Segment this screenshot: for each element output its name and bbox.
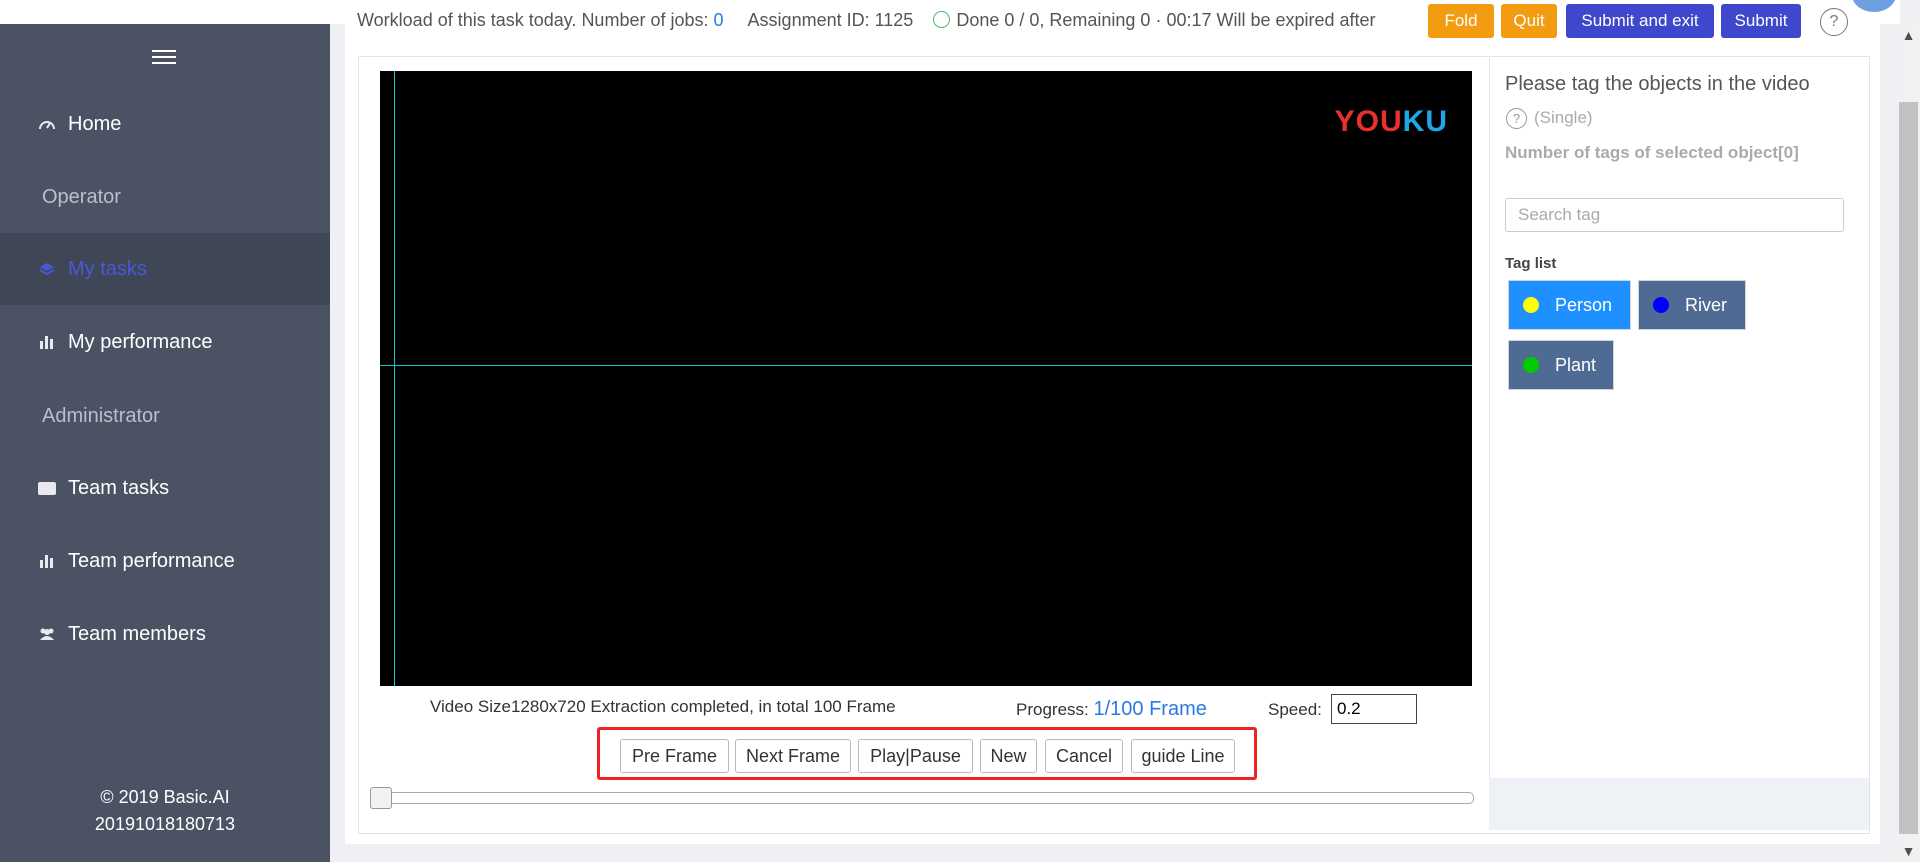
guide-line-vertical	[394, 71, 395, 686]
section-administrator: Administrator	[42, 405, 160, 427]
progress-value: 1/100 Frame	[1093, 698, 1207, 720]
frame-slider-track[interactable]	[370, 792, 1474, 804]
tag-panel-footer	[1489, 778, 1869, 830]
guide-line-horizontal	[380, 365, 1472, 366]
youku-logo: YOUKU	[1334, 105, 1448, 138]
section-operator: Operator	[42, 186, 121, 208]
search-tag-input[interactable]	[1505, 198, 1844, 232]
guide-line-button[interactable]: guide Line	[1131, 739, 1235, 773]
tag-list-label: Tag list	[1505, 255, 1557, 272]
tag-person-button[interactable]: Person	[1508, 280, 1631, 330]
speed-input[interactable]	[1331, 694, 1417, 724]
sidebar-item-team-members[interactable]: Team members	[0, 598, 330, 670]
sidebar-item-label: Team members	[68, 622, 206, 645]
tag-panel-title: Please tag the objects in the video	[1505, 73, 1810, 95]
tag-river-button[interactable]: River	[1638, 280, 1746, 330]
color-dot-icon	[1653, 297, 1669, 313]
users-icon	[36, 628, 58, 640]
page-scrollbar[interactable]: ▲ ▼	[1897, 24, 1920, 862]
sidebar: Home Operator My tasks My performance Ad…	[0, 24, 330, 862]
layers-icon	[36, 262, 58, 276]
video-info: Video Size1280x720 Extraction completed,…	[430, 697, 896, 716]
copyright: © 2019 Basic.AI	[100, 787, 230, 807]
quit-button[interactable]: Quit	[1501, 4, 1557, 38]
tag-label: Person	[1555, 294, 1613, 315]
sidebar-item-home[interactable]: Home	[0, 88, 330, 160]
workload-text: Workload of this task today. Number of j…	[357, 10, 709, 30]
sidebar-item-label: Team tasks	[68, 476, 170, 499]
progress-label: Progress:	[1016, 700, 1089, 719]
frame-slider-thumb[interactable]	[370, 787, 392, 809]
scroll-up-arrow-icon[interactable]: ▲	[1897, 24, 1920, 46]
sidebar-item-label: My tasks	[68, 257, 147, 280]
play-pause-button[interactable]: Play|Pause	[858, 739, 973, 773]
status-text: Done 0 / 0, Remaining 0 · 00:17 Will be …	[956, 10, 1376, 30]
scrollbar-thumb[interactable]	[1899, 102, 1918, 834]
tag-panel	[1489, 58, 1861, 778]
sidebar-item-my-tasks[interactable]: My tasks	[0, 233, 330, 305]
submit-button[interactable]: Submit	[1721, 4, 1801, 38]
help-icon[interactable]: ?	[1820, 8, 1848, 36]
submit-and-exit-button[interactable]: Submit and exit	[1566, 4, 1714, 38]
tag-label: Plant	[1555, 354, 1597, 375]
hamburger-menu-icon[interactable]	[152, 50, 176, 66]
tag-label: River	[1685, 294, 1728, 315]
selection-mode: (Single)	[1534, 108, 1593, 127]
sidebar-item-team-performance[interactable]: Team performance	[0, 525, 330, 597]
scroll-down-arrow-icon[interactable]: ▼	[1897, 840, 1920, 862]
assignment-id: Assignment ID: 1125	[747, 10, 914, 30]
tag-plant-button[interactable]: Plant	[1508, 340, 1614, 390]
fold-button[interactable]: Fold	[1428, 4, 1494, 38]
sidebar-item-label: My performance	[68, 330, 213, 353]
speed-label: Speed:	[1268, 700, 1322, 719]
color-dot-icon	[1523, 297, 1539, 313]
sidebar-item-label: Home	[68, 112, 122, 135]
progress-indicator: Progress: 1/100 Frame	[1016, 698, 1207, 721]
dashboard-icon	[36, 117, 58, 131]
jobs-count: 0	[713, 10, 724, 30]
status-circle-icon	[933, 11, 951, 28]
bar-chart-icon	[36, 554, 58, 568]
question-icon[interactable]: ?	[1506, 108, 1527, 129]
pre-frame-button[interactable]: Pre Frame	[620, 739, 729, 773]
task-status-line: Workload of this task today. Number of j…	[357, 10, 1407, 34]
next-frame-button[interactable]: Next Frame	[735, 739, 851, 773]
cancel-button[interactable]: Cancel	[1045, 739, 1123, 773]
sidebar-item-label: Team performance	[68, 549, 235, 572]
folder-icon	[36, 481, 58, 495]
selected-tag-count: Number of tags of selected object[0]	[1505, 143, 1799, 162]
build-version: 20191018180713	[94, 814, 236, 834]
sidebar-item-my-performance[interactable]: My performance	[0, 306, 330, 378]
footer: © 2019 Basic.AI 20191018180713	[0, 784, 330, 838]
new-button[interactable]: New	[980, 739, 1037, 773]
sidebar-item-team-tasks[interactable]: Team tasks	[0, 452, 330, 524]
video-canvas[interactable]: YOUKU	[380, 71, 1472, 686]
color-dot-icon	[1523, 357, 1539, 373]
bar-chart-icon	[36, 335, 58, 349]
